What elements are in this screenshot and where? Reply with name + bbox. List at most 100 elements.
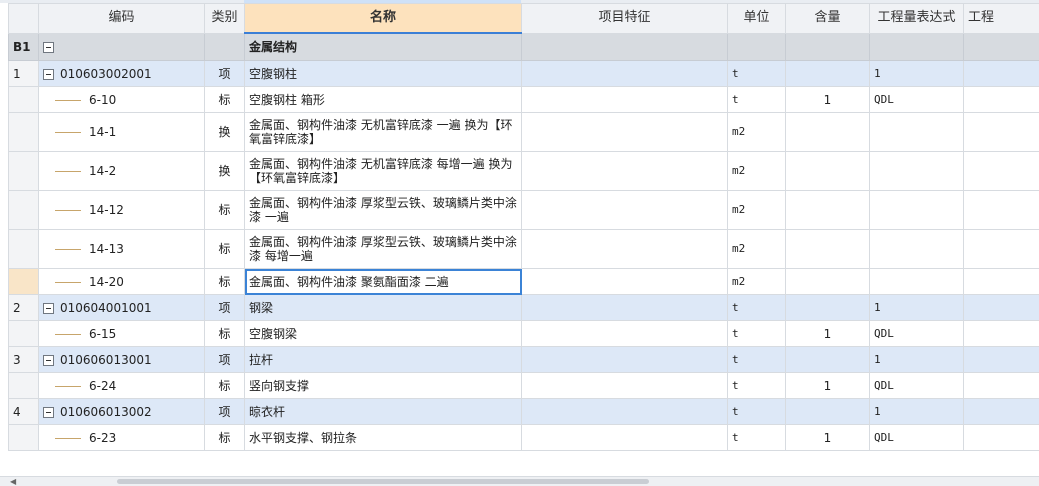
quota-row[interactable]: 14-2换金属面、钢构件油漆 无机富锌底漆 每增一遍 换为【环氧富锌底漆】 m2 xyxy=(9,152,1039,191)
features-cell[interactable] xyxy=(522,347,728,373)
unit-cell[interactable]: t xyxy=(728,295,786,321)
code-cell[interactable]: 14-12 xyxy=(39,191,205,230)
expression-cell[interactable]: 1 xyxy=(870,399,964,425)
code-cell[interactable]: 14-2 xyxy=(39,152,205,191)
row-number[interactable]: 2 xyxy=(9,295,39,321)
row-number[interactable] xyxy=(9,152,39,191)
expression-cell[interactable]: QDL xyxy=(870,425,964,451)
features-cell[interactable] xyxy=(522,399,728,425)
scrollbar-thumb[interactable] xyxy=(117,479,649,484)
collapse-toggle-icon[interactable] xyxy=(43,69,54,80)
features-cell[interactable] xyxy=(522,230,728,269)
name-cell[interactable]: 金属面、钢构件油漆 无机富锌底漆 每增一遍 换为【环氧富锌底漆】 xyxy=(245,152,522,191)
features-cell[interactable] xyxy=(522,373,728,399)
name-cell[interactable]: 空腹钢柱 xyxy=(245,61,522,87)
quota-row[interactable]: 6-24标竖向钢支撑t1QDL xyxy=(9,373,1039,399)
code-cell[interactable]: 010604001001 xyxy=(39,295,205,321)
unit-cell[interactable]: m2 xyxy=(728,113,786,152)
code-cell[interactable]: 010603002001 xyxy=(39,61,205,87)
quota-row[interactable]: 6-15标空腹钢梁t1QDL xyxy=(9,321,1039,347)
expression-cell[interactable]: 1 xyxy=(870,295,964,321)
features-cell[interactable] xyxy=(522,269,728,295)
category-cell[interactable]: 换 xyxy=(205,113,245,152)
amount-cell[interactable] xyxy=(964,113,1039,152)
category-cell[interactable]: 标 xyxy=(205,230,245,269)
code-cell[interactable]: 14-1 xyxy=(39,113,205,152)
code-cell[interactable]: 010606013001 xyxy=(39,347,205,373)
code-cell[interactable]: 010606013002 xyxy=(39,399,205,425)
header-features[interactable]: 项目特征 xyxy=(522,4,728,34)
name-cell[interactable]: 金属面、钢构件油漆 厚浆型云铁、玻璃鳞片类中涂漆 每增一遍 xyxy=(245,230,522,269)
unit-cell[interactable]: t xyxy=(728,321,786,347)
collapse-toggle-icon[interactable] xyxy=(43,303,54,314)
quota-row[interactable]: 14-20标金属面、钢构件油漆 聚氨酯面漆 二遍m2 xyxy=(9,269,1039,295)
quantity-cell[interactable] xyxy=(786,61,870,87)
category-cell[interactable]: 标 xyxy=(205,87,245,113)
header-name[interactable]: 名称 xyxy=(245,4,522,34)
features-cell[interactable] xyxy=(522,295,728,321)
category-cell[interactable]: 标 xyxy=(205,425,245,451)
features-cell[interactable] xyxy=(522,61,728,87)
amount-cell[interactable] xyxy=(964,399,1039,425)
name-cell[interactable]: 金属面、钢构件油漆 聚氨酯面漆 二遍 xyxy=(245,269,522,295)
row-number[interactable] xyxy=(9,425,39,451)
row-number[interactable] xyxy=(9,191,39,230)
features-cell[interactable] xyxy=(522,113,728,152)
item-row[interactable]: 4010606013002项晾衣杆t1 xyxy=(9,399,1039,425)
row-number[interactable] xyxy=(9,113,39,152)
amount-cell[interactable] xyxy=(964,373,1039,399)
amount-cell[interactable] xyxy=(964,321,1039,347)
name-cell[interactable]: 金属面、钢构件油漆 无机富锌底漆 一遍 换为【环氧富锌底漆】 xyxy=(245,113,522,152)
quantity-cell[interactable] xyxy=(786,399,870,425)
code-cell[interactable]: 14-13 xyxy=(39,230,205,269)
expression-cell[interactable]: QDL xyxy=(870,373,964,399)
amount-cell[interactable] xyxy=(964,61,1039,87)
unit-cell[interactable]: t xyxy=(728,61,786,87)
expression-cell[interactable] xyxy=(870,152,964,191)
quantity-cell[interactable] xyxy=(786,295,870,321)
name-cell[interactable]: 空腹钢柱 箱形 xyxy=(245,87,522,113)
row-number[interactable]: 4 xyxy=(9,399,39,425)
code-cell[interactable]: 6-10 xyxy=(39,87,205,113)
name-cell[interactable]: 晾衣杆 xyxy=(245,399,522,425)
features-cell[interactable] xyxy=(522,191,728,230)
features-cell[interactable] xyxy=(522,152,728,191)
unit-cell[interactable]: m2 xyxy=(728,152,786,191)
expression-cell[interactable] xyxy=(870,191,964,230)
expression-cell[interactable]: 1 xyxy=(870,347,964,373)
row-number[interactable] xyxy=(9,87,39,113)
code-cell[interactable]: 14-20 xyxy=(39,269,205,295)
expression-cell[interactable]: QDL xyxy=(870,87,964,113)
header-category[interactable]: 类别 xyxy=(205,4,245,34)
expression-cell[interactable]: 1 xyxy=(870,61,964,87)
quota-row[interactable]: 14-13标金属面、钢构件油漆 厚浆型云铁、玻璃鳞片类中涂漆 每增一遍m2 xyxy=(9,230,1039,269)
amount-cell[interactable] xyxy=(964,230,1039,269)
quantity-cell[interactable]: 1 xyxy=(786,373,870,399)
quantity-cell[interactable] xyxy=(786,152,870,191)
name-cell[interactable]: 水平钢支撑、钢拉条 xyxy=(245,425,522,451)
header-unit[interactable]: 单位 xyxy=(728,4,786,34)
quantity-cell[interactable] xyxy=(786,230,870,269)
features-cell[interactable] xyxy=(522,425,728,451)
code-cell[interactable]: 6-24 xyxy=(39,373,205,399)
quantity-cell[interactable] xyxy=(786,113,870,152)
row-number[interactable]: 1 xyxy=(9,61,39,87)
header-amount[interactable]: 工程 xyxy=(964,4,1039,34)
name-cell[interactable]: 金属面、钢构件油漆 厚浆型云铁、玻璃鳞片类中涂漆 一遍 xyxy=(245,191,522,230)
item-row[interactable]: 2010604001001项钢梁t1 xyxy=(9,295,1039,321)
features-cell[interactable] xyxy=(522,87,728,113)
category-cell[interactable]: 标 xyxy=(205,373,245,399)
category-cell[interactable]: 换 xyxy=(205,152,245,191)
category-cell[interactable]: 标 xyxy=(205,191,245,230)
header-code[interactable]: 编码 xyxy=(39,4,205,34)
unit-cell[interactable]: t xyxy=(728,425,786,451)
quota-row[interactable]: 14-1换金属面、钢构件油漆 无机富锌底漆 一遍 换为【环氧富锌底漆】 m2 xyxy=(9,113,1039,152)
quantity-cell[interactable]: 1 xyxy=(786,321,870,347)
amount-cell[interactable] xyxy=(964,347,1039,373)
item-row[interactable]: 3010606013001项拉杆t1 xyxy=(9,347,1039,373)
unit-cell[interactable]: t xyxy=(728,399,786,425)
row-number[interactable] xyxy=(9,321,39,347)
expression-cell[interactable] xyxy=(870,269,964,295)
section-row[interactable]: B1 金属结构 xyxy=(9,33,1039,61)
category-cell[interactable]: 项 xyxy=(205,347,245,373)
